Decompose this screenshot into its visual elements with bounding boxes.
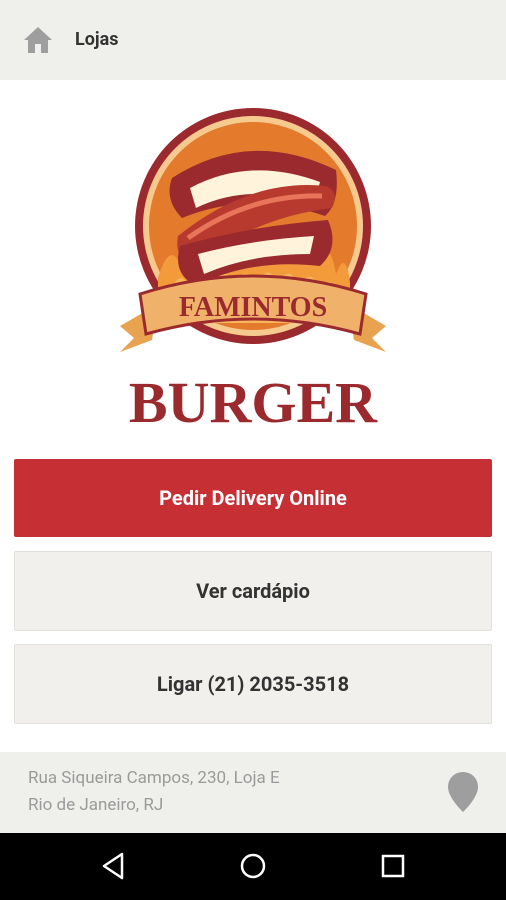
logo-brand-text: BURGER (129, 370, 378, 435)
order-delivery-button[interactable]: Pedir Delivery Online (14, 459, 492, 537)
location-pin-icon[interactable] (446, 770, 480, 814)
home-icon[interactable] (22, 24, 54, 56)
logo-banner-text: FAMINTOS (179, 292, 327, 323)
address-city: Rio de Janeiro, RJ (28, 795, 164, 815)
famintos-burger-logo: FAMINTOS BURGER (120, 108, 386, 435)
address-street: Rua Siqueira Campos, 230, Loja E (28, 768, 280, 788)
home-circle-icon[interactable] (235, 848, 271, 884)
page-title: Lojas (75, 29, 119, 50)
back-triangle-icon[interactable] (96, 848, 132, 884)
recents-square-icon[interactable] (375, 848, 411, 884)
view-menu-button[interactable]: Ver cardápio (14, 551, 492, 631)
call-store-button[interactable]: Ligar (21) 2035-3518 (14, 644, 492, 724)
address-bar (0, 752, 506, 833)
